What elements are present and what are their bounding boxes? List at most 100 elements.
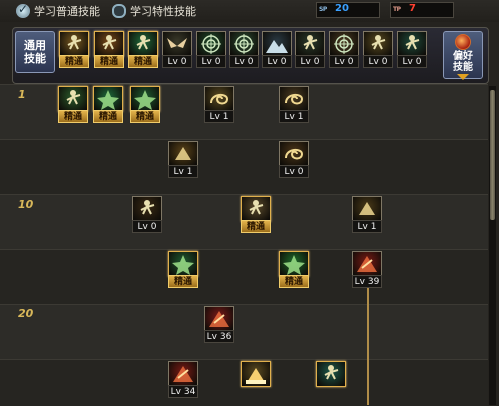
skill-level-label: Lv 0 <box>397 55 427 68</box>
spiral-icon <box>279 86 309 112</box>
skill-slot[interactable]: 精通 <box>58 86 88 123</box>
skill-level-label: Lv 34 <box>168 385 198 398</box>
orb-icon <box>455 34 471 50</box>
tp-tag: TP <box>393 6 401 13</box>
skill-level-label: Lv 36 <box>204 330 234 343</box>
skill-level-label: Lv 0 <box>295 55 325 68</box>
swirl-kick-icon <box>204 86 234 112</box>
prefer-skill-label: 偏好 技能 <box>453 51 473 73</box>
tp-counter: TP 7 <box>390 2 454 18</box>
skill-slot[interactable]: Lv 34 <box>168 361 198 398</box>
skill-slot[interactable]: 精通 <box>130 86 160 123</box>
checked-radio-icon: ✓ <box>16 2 30 18</box>
skill-level-label: Lv 0 <box>363 55 393 68</box>
skill-level-label: Lv 0 <box>162 55 192 68</box>
tab-trait-skills[interactable]: 学习特性技能 <box>112 3 196 19</box>
skill-slot[interactable]: 精通 <box>168 251 198 288</box>
kneel-figure-icon <box>295 31 325 57</box>
top-bar: ✓ 学习普通技能 学习特性技能 SP 20 TP 7 <box>0 0 499 22</box>
skill-level-label: Lv 0 <box>329 55 359 68</box>
golden-light-icon <box>241 361 271 387</box>
teal-figure-icon <box>316 361 346 387</box>
green-dash-icon <box>93 86 123 112</box>
skill-slot[interactable]: Lv 39 <box>352 251 382 288</box>
skill-slot[interactable]: 精通 <box>93 86 123 123</box>
dropdown-arrow-icon <box>457 74 469 80</box>
dash-figure-icon <box>94 31 124 57</box>
tree-row <box>0 249 488 305</box>
ring-icon <box>329 31 359 57</box>
green-lightning-icon <box>279 251 309 277</box>
leaf-figure-icon <box>58 86 88 112</box>
mastered-badge: 精通 <box>168 275 198 288</box>
skill-slot[interactable]: 精通 <box>241 196 271 233</box>
mastered-badge: 精通 <box>130 110 160 123</box>
mountain-icon <box>262 31 292 57</box>
target-icon <box>196 31 226 57</box>
skill-level-label: Lv 0 <box>132 220 162 233</box>
mastered-badge: 精通 <box>59 55 89 68</box>
common-skill-button[interactable]: 通用 技能 <box>15 31 55 73</box>
skill-level-label: Lv 1 <box>279 110 309 123</box>
flame-slash-icon <box>168 141 198 167</box>
skill-slot[interactable]: Lv 0 <box>229 31 259 68</box>
skill-slot[interactable]: 精通 <box>59 31 89 68</box>
sp-counter: SP 20 <box>316 2 380 18</box>
skill-slot[interactable] <box>241 361 271 398</box>
crosshair-icon <box>229 31 259 57</box>
skill-level-label: Lv 39 <box>352 275 382 288</box>
mastered-badge: 精通 <box>93 110 123 123</box>
skill-level-label: Lv 1 <box>352 220 382 233</box>
level-label-10: 10 <box>18 198 34 211</box>
skill-level-label: Lv 0 <box>229 55 259 68</box>
level-label-20: 20 <box>18 307 34 320</box>
skill-slot[interactable]: 精通 <box>128 31 158 68</box>
scrollbar[interactable] <box>489 86 496 405</box>
skill-slot[interactable]: Lv 36 <box>204 306 234 343</box>
skill-slot[interactable]: 精通 <box>94 31 124 68</box>
green-burst-icon <box>130 86 160 112</box>
sp-value: 20 <box>335 3 349 14</box>
skill-slot[interactable]: Lv 0 <box>329 31 359 68</box>
mastered-badge: 精通 <box>241 220 271 233</box>
tp-value: 7 <box>409 3 416 14</box>
skill-slot[interactable]: Lv 0 <box>397 31 427 68</box>
skill-slot[interactable]: Lv 0 <box>262 31 292 68</box>
skill-slot[interactable]: Lv 0 <box>363 31 393 68</box>
skill-slot[interactable]: Lv 0 <box>295 31 325 68</box>
skill-slot[interactable]: Lv 0 <box>132 196 162 233</box>
skill-level-label: Lv 0 <box>279 165 309 178</box>
level-label-1: 1 <box>18 88 26 101</box>
skill-slot[interactable]: Lv 0 <box>162 31 192 68</box>
prefer-skill-button[interactable]: 偏好 技能 <box>443 31 483 80</box>
skill-level-label: Lv 0 <box>262 55 292 68</box>
tab-trait-skills-label: 学习特性技能 <box>130 5 196 18</box>
skill-slot[interactable]: Lv 1 <box>168 141 198 178</box>
scrollbar-thumb[interactable] <box>490 90 495 220</box>
skill-slot[interactable]: 精通 <box>279 251 309 288</box>
sp-tag: SP <box>319 6 327 13</box>
tree-row <box>0 139 488 195</box>
red-flame-icon <box>168 361 198 387</box>
tree-row <box>0 304 488 360</box>
tab-normal-skills[interactable]: ✓ 学习普通技能 <box>16 2 100 19</box>
mastered-badge: 精通 <box>58 110 88 123</box>
common-skill-label: 通用 技能 <box>24 39 46 65</box>
skill-slot[interactable]: Lv 1 <box>204 86 234 123</box>
dragon-icon <box>352 196 382 222</box>
skill-slot[interactable]: Lv 0 <box>279 141 309 178</box>
radio-icon <box>112 4 126 18</box>
mastered-badge: 精通 <box>128 55 158 68</box>
mastered-badge: 精通 <box>94 55 124 68</box>
skill-level-label: Lv 1 <box>204 110 234 123</box>
skill-slot[interactable]: Lv 0 <box>196 31 226 68</box>
skill-slot[interactable]: Lv 1 <box>352 196 382 233</box>
sit-figure-icon <box>59 31 89 57</box>
skill-slot[interactable] <box>316 361 346 398</box>
fire-figures-icon <box>132 196 162 222</box>
tab-normal-skills-label: 学习普通技能 <box>34 5 100 18</box>
wings-icon <box>162 31 192 57</box>
skill-slot[interactable]: Lv 1 <box>279 86 309 123</box>
vortex-icon <box>279 141 309 167</box>
mastered-badge: 精通 <box>279 275 309 288</box>
